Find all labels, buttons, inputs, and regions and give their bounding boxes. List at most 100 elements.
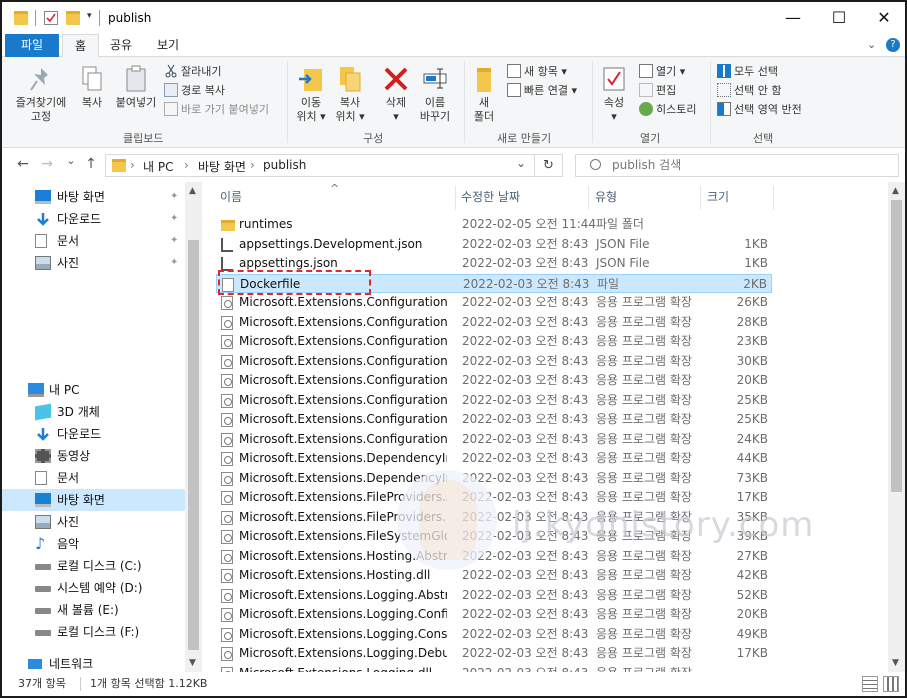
file-row[interactable]: runtimes 2022-02-05 오전 11:44 파일 폴더: [216, 215, 772, 235]
divider[interactable]: [455, 186, 456, 210]
forward-button[interactable]: →: [38, 156, 56, 172]
column-header-date[interactable]: 수정한 날짜: [461, 182, 520, 212]
file-row[interactable]: Microsoft.Extensions.Logging.Configurat.…: [216, 605, 772, 625]
rename-button[interactable]: 이름 바꾸기: [416, 65, 454, 124]
scroll-up-icon[interactable]: ▲: [892, 186, 899, 196]
divider[interactable]: [588, 186, 589, 210]
copy-to-button[interactable]: 복사 위치 ▾: [332, 65, 368, 124]
copy-path-button[interactable]: 경로 복사: [164, 82, 225, 100]
pin-icon[interactable]: ✦: [170, 230, 178, 252]
properties-button[interactable]: 속성 ▾: [598, 65, 630, 124]
file-row[interactable]: Microsoft.Extensions.Logging.Abstractio.…: [216, 586, 772, 606]
divider[interactable]: [700, 186, 701, 210]
new-item-button[interactable]: 새 항목 ▾: [507, 63, 567, 81]
properties-icon[interactable]: [44, 11, 58, 25]
nav-item-pictures-pc[interactable]: 사진: [2, 511, 185, 533]
quick-access-dropdown-icon[interactable]: ▾: [87, 11, 92, 21]
address-dropdown-icon[interactable]: ⌄: [516, 156, 526, 170]
file-row[interactable]: Microsoft.Extensions.Configuration.dll 20…: [216, 352, 772, 372]
file-row[interactable]: Microsoft.Extensions.Configuration.User.…: [216, 430, 772, 450]
maximize-button[interactable]: ☐: [816, 2, 862, 34]
select-none-button[interactable]: 선택 안 함: [717, 82, 781, 100]
nav-item-drive-f[interactable]: 로컬 디스크 (F:): [2, 621, 185, 643]
history-button[interactable]: 히스토리: [639, 101, 696, 119]
column-header-name[interactable]: 이름: [220, 182, 242, 212]
nav-item-desktop[interactable]: 바탕 화면 ✦: [2, 186, 185, 208]
file-list-scrollbar[interactable]: ▲ ▼: [888, 182, 905, 672]
minimize-button[interactable]: —: [770, 2, 816, 34]
details-view-icon[interactable]: [862, 676, 878, 692]
file-row[interactable]: Microsoft.Extensions.Configuration.FileE…: [216, 391, 772, 411]
nav-item-thispc[interactable]: 내 PC: [2, 379, 185, 401]
breadcrumb-separator[interactable]: ›: [130, 158, 135, 172]
pin-to-quick-access-button[interactable]: 즐겨찾기에 고정: [10, 65, 72, 124]
help-icon[interactable]: ?: [886, 38, 900, 52]
up-button[interactable]: ↑: [82, 156, 100, 172]
file-row[interactable]: Microsoft.Extensions.FileSystemGlobbin..…: [216, 527, 772, 547]
column-header-size[interactable]: 크기: [707, 182, 729, 212]
move-to-button[interactable]: 이동 위치 ▾: [292, 65, 330, 124]
file-row[interactable]: Microsoft.Extensions.Logging.Debug.dll 20…: [216, 644, 772, 664]
file-row[interactable]: appsettings.Development.json 2022-02-03 오…: [216, 235, 772, 255]
nav-item-downloads[interactable]: 다운로드 ✦: [2, 208, 185, 230]
nav-item-documents-pc[interactable]: 문서: [2, 467, 185, 489]
nav-item-videos[interactable]: 동영상: [2, 445, 185, 467]
file-row[interactable]: Microsoft.Extensions.Hosting.Abstractio.…: [216, 547, 772, 567]
file-row[interactable]: Microsoft.Extensions.Configuration.Bind.…: [216, 313, 772, 333]
invert-selection-button[interactable]: 선택 영역 반전: [717, 101, 802, 119]
nav-item-desktop-pc[interactable]: 바탕 화면: [2, 489, 185, 511]
file-row[interactable]: Microsoft.Extensions.Configuration.Envir…: [216, 371, 772, 391]
recent-locations-button[interactable]: ⌄: [62, 154, 80, 167]
delete-button[interactable]: 삭제 ▾: [380, 65, 412, 124]
large-icons-view-icon[interactable]: [883, 676, 899, 692]
new-folder-icon[interactable]: [66, 11, 80, 25]
tab-view[interactable]: 보기: [145, 34, 191, 57]
breadcrumb-thispc[interactable]: 내 PC: [143, 158, 173, 175]
scrollbar-thumb[interactable]: [891, 200, 902, 492]
select-all-button[interactable]: 모두 선택: [717, 63, 778, 81]
breadcrumb-desktop[interactable]: 바탕 화면: [198, 158, 246, 175]
nav-item-drive-e[interactable]: 새 볼륨 (E:): [2, 599, 185, 621]
scroll-down-icon[interactable]: ▼: [189, 658, 196, 668]
file-row[interactable]: Microsoft.Extensions.DependencyInjecti..…: [216, 449, 772, 469]
easy-access-button[interactable]: 빠른 연결 ▾: [507, 82, 577, 100]
file-row[interactable]: Microsoft.Extensions.Hosting.dll 2022-02-…: [216, 566, 772, 586]
cut-button[interactable]: 잘라내기: [164, 63, 221, 81]
nav-item-3d-objects[interactable]: 3D 개체: [2, 401, 185, 423]
file-row[interactable]: Microsoft.Extensions.FileProviders.Abstr…: [216, 488, 772, 508]
file-row[interactable]: Microsoft.Extensions.Configuration.Json.…: [216, 410, 772, 430]
column-header-type[interactable]: 유형: [595, 182, 617, 212]
new-folder-button[interactable]: 새 폴더: [468, 65, 500, 124]
file-row[interactable]: Microsoft.Extensions.Configuration.Abst.…: [216, 293, 772, 313]
paste-shortcut-button[interactable]: 바로 가기 붙여넣기: [164, 101, 269, 119]
divider[interactable]: [773, 186, 774, 210]
file-row[interactable]: Microsoft.Extensions.DependencyInjecti..…: [216, 469, 772, 489]
pin-icon[interactable]: ✦: [170, 186, 178, 208]
scrollbar-thumb[interactable]: [188, 240, 199, 650]
tab-home[interactable]: 홈: [62, 34, 100, 58]
file-row[interactable]: Microsoft.Extensions.Logging.dll 2022-02-…: [216, 664, 772, 672]
file-row[interactable]: Microsoft.Extensions.FileProviders.Physi…: [216, 508, 772, 528]
file-row[interactable]: Microsoft.Extensions.Configuration.Com..…: [216, 332, 772, 352]
tab-share[interactable]: 공유: [98, 34, 144, 57]
back-button[interactable]: ←: [14, 156, 32, 172]
open-button[interactable]: 열기 ▾: [639, 63, 685, 81]
refresh-button[interactable]: ↻: [535, 154, 563, 177]
nav-item-documents[interactable]: 문서 ✦: [2, 230, 185, 252]
paste-button[interactable]: 붙여넣기: [112, 65, 160, 110]
nav-item-drive-d[interactable]: 시스템 예약 (D:): [2, 577, 185, 599]
pin-icon[interactable]: ✦: [170, 252, 178, 274]
breadcrumb-separator[interactable]: ›: [250, 158, 255, 172]
nav-item-drive-c[interactable]: 로컬 디스크 (C:): [2, 555, 185, 577]
nav-item-music[interactable]: ♪ 음악: [2, 533, 185, 555]
pin-icon[interactable]: ✦: [170, 208, 178, 230]
search-box[interactable]: publish 검색: [575, 154, 899, 177]
nav-scrollbar[interactable]: ▲ ▼: [185, 182, 202, 672]
copy-button[interactable]: 복사: [74, 65, 110, 110]
breadcrumb-separator[interactable]: ›: [184, 158, 189, 172]
breadcrumb-publish[interactable]: publish: [263, 158, 306, 172]
tab-file[interactable]: 파일: [5, 34, 59, 57]
scroll-up-icon[interactable]: ▲: [189, 186, 196, 196]
scroll-down-icon[interactable]: ▼: [892, 658, 899, 668]
edit-button[interactable]: 편집: [639, 82, 676, 100]
